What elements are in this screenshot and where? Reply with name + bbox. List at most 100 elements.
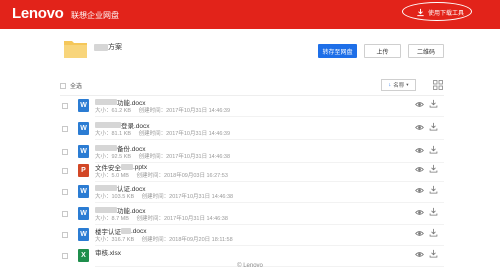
file-list-toolbar: 全选 ↓ 名称 ▾ <box>60 79 444 93</box>
file-row[interactable]: W 备份.docx 大小：92.5 KB 创建时间：2017年10月31日 14… <box>60 143 444 164</box>
redacted-text <box>95 207 117 213</box>
footer-copyright: © Lenovo <box>237 263 263 269</box>
download-icon[interactable] <box>429 145 438 154</box>
word-file-icon: W <box>78 122 89 135</box>
download-icon[interactable] <box>429 122 438 131</box>
preview-eye-icon[interactable] <box>415 250 424 259</box>
file-meta: 大小：81.1 KB 创建时间：2017年10月31日 14:46:39 <box>95 129 236 137</box>
download-icon[interactable] <box>429 249 438 258</box>
redacted-text <box>121 164 133 170</box>
chevron-down-icon: ▾ <box>406 82 409 87</box>
row-divider <box>95 245 444 246</box>
file-checkbox[interactable] <box>62 126 68 132</box>
file-name-suffix: .docx <box>131 227 147 235</box>
download-icon[interactable] <box>429 207 438 216</box>
download-icon <box>417 8 424 16</box>
top-header-bar: Lenovo 联想企业网盘 使用下载工具 <box>0 0 500 29</box>
preview-eye-icon[interactable] <box>415 229 424 238</box>
file-created-time: 创建时间：2017年10月31日 14:46:38 <box>141 194 234 200</box>
download-tool-button[interactable]: 使用下载工具 <box>408 4 470 20</box>
word-file-icon: W <box>78 185 89 198</box>
file-checkbox[interactable] <box>62 253 68 259</box>
qrcode-button[interactable]: 二维码 <box>408 44 444 58</box>
app-title: 联想企业网盘 <box>71 11 119 20</box>
file-size: 大小：61.2 KB <box>95 108 132 114</box>
upload-button[interactable]: 上传 <box>364 44 401 58</box>
download-icon[interactable] <box>429 164 438 173</box>
folder-icon <box>64 41 87 58</box>
file-meta: 大小：5.0 MB 创建时间：2018年09月03日 16:27:53 <box>95 171 234 179</box>
select-all[interactable]: 全选 <box>60 81 82 90</box>
file-created-time: 创建时间：2017年10月31日 14:46:38 <box>138 154 231 160</box>
redacted-text <box>94 43 108 51</box>
download-icon[interactable] <box>429 99 438 108</box>
file-created-time: 创建时间：2017年10月31日 14:46:39 <box>138 131 231 137</box>
select-all-checkbox[interactable] <box>60 82 66 89</box>
redacted-text <box>95 99 117 105</box>
word-file-icon: W <box>78 99 89 112</box>
file-meta: 大小：103.5 KB 创建时间：2017年10月31日 14:46:38 <box>95 192 239 200</box>
shared-folder-name: 方案 <box>94 42 122 52</box>
file-name-suffix: .pptx <box>133 163 148 171</box>
select-all-label: 全选 <box>70 84 83 90</box>
excel-file-icon: X <box>78 249 89 262</box>
file-meta: 大小：61.2 KB 创建时间：2017年10月31日 14:46:39 <box>95 106 236 114</box>
download-icon[interactable] <box>429 228 438 237</box>
row-divider <box>95 224 444 225</box>
file-meta <box>95 256 107 262</box>
file-row[interactable]: P 文件安全 .pptx 大小：5.0 MB 创建时间：2018年09月03日 1… <box>60 162 444 183</box>
row-divider <box>95 202 444 203</box>
save-to-drive-button[interactable]: 转存至网盘 <box>318 44 357 58</box>
row-divider <box>95 139 444 140</box>
preview-eye-icon[interactable] <box>415 100 424 109</box>
preview-eye-icon[interactable] <box>415 123 424 132</box>
file-created-time: 创建时间：2017年10月31日 14:46:38 <box>136 216 228 222</box>
row-divider <box>95 181 444 182</box>
file-row[interactable]: W 登录.docx 大小：81.1 KB 创建时间：2017年10月31日 14… <box>60 120 444 141</box>
preview-eye-icon[interactable] <box>415 186 424 195</box>
file-meta: 大小：92.5 KB 创建时间：2017年10月31日 14:46:38 <box>95 152 236 160</box>
file-created-time: 创建时间：2018年09月20日 18:11:58 <box>141 237 233 243</box>
file-row[interactable]: W 功能.docx 大小：61.2 KB 创建时间：2017年10月31日 14… <box>60 97 444 118</box>
download-tool-label: 使用下载工具 <box>428 10 465 17</box>
file-checkbox[interactable] <box>62 103 68 109</box>
file-size: 大小：92.5 KB <box>95 154 132 160</box>
word-file-icon: W <box>78 207 89 220</box>
file-created-time: 创建时间：2017年10月31日 14:46:39 <box>138 108 231 114</box>
redacted-text <box>95 122 121 128</box>
file-checkbox[interactable] <box>62 168 68 174</box>
sort-dropdown[interactable]: ↓ 名称 ▾ <box>381 79 416 91</box>
redacted-text <box>95 185 117 191</box>
file-size: 大小：316.7 KB <box>95 237 135 243</box>
download-icon[interactable] <box>429 185 438 194</box>
lenovo-logo[interactable]: Lenovo <box>12 5 64 22</box>
redacted-text <box>121 228 131 234</box>
file-size: 大小：81.1 KB <box>95 131 132 137</box>
file-meta: 大小：316.7 KB 创建时间：2018年09月20日 18:11:58 <box>95 235 239 243</box>
file-size: 大小：103.5 KB <box>95 194 135 200</box>
word-file-icon: W <box>78 228 89 241</box>
powerpoint-file-icon: P <box>78 164 89 177</box>
file-row[interactable]: W 功能.docx 大小：8.7 MB 创建时间：2017年10月31日 14:… <box>60 205 444 226</box>
word-file-icon: W <box>78 145 89 158</box>
file-row[interactable]: W 认证.docx 大小：103.5 KB 创建时间：2017年10月31日 1… <box>60 183 444 204</box>
file-checkbox[interactable] <box>62 189 68 195</box>
toolbar-divider <box>60 95 444 96</box>
folder-name-suffix: 方案 <box>108 44 122 51</box>
file-meta: 大小：8.7 MB 创建时间：2017年10月31日 14:46:38 <box>95 214 234 222</box>
grid-view-icon[interactable] <box>433 80 443 90</box>
file-size: 大小：5.0 MB <box>95 173 129 179</box>
file-row[interactable]: W 楼宇认证 .docx 大小：316.7 KB 创建时间：2018年09月20日… <box>60 226 444 247</box>
file-created-time: 创建时间：2018年09月03日 16:27:53 <box>136 173 228 179</box>
sort-label: 名称 <box>393 83 405 89</box>
sort-down-arrow-icon: ↓ <box>388 82 392 88</box>
redacted-text <box>95 145 117 151</box>
file-size: 大小：8.7 MB <box>95 216 129 222</box>
file-checkbox[interactable] <box>62 232 68 238</box>
file-checkbox[interactable] <box>62 149 68 155</box>
row-divider <box>95 116 444 117</box>
preview-eye-icon[interactable] <box>415 146 424 155</box>
preview-eye-icon[interactable] <box>415 165 424 174</box>
preview-eye-icon[interactable] <box>415 208 424 217</box>
file-checkbox[interactable] <box>62 211 68 217</box>
